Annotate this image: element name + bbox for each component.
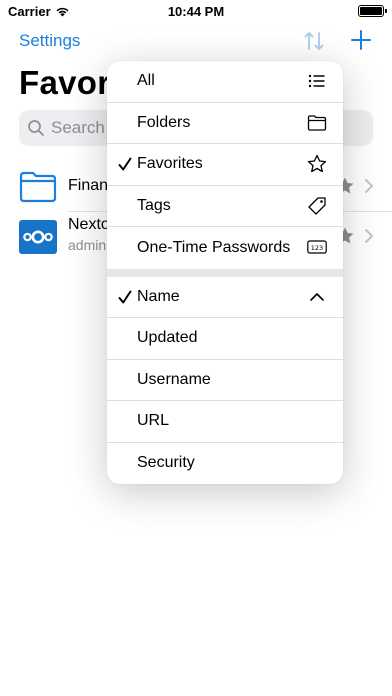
list-item-subtitle: admin: [68, 237, 107, 253]
list-icon: [308, 74, 325, 88]
menu-item-sort-url[interactable]: URL: [107, 401, 343, 443]
tag-icon: [308, 196, 326, 215]
battery-icon: [358, 5, 387, 17]
svg-text:123: 123: [311, 244, 323, 252]
nextcloud-icon: [19, 220, 57, 254]
checkmark-icon: [118, 157, 132, 171]
search-placeholder: Search: [51, 118, 105, 137]
menu-item-sort-security[interactable]: Security: [107, 443, 343, 485]
menu-section-separator: [107, 268, 343, 277]
page-title: Favori: [19, 64, 120, 101]
list-item-title: Nexto: [68, 216, 110, 233]
sort-arrows-icon[interactable]: [302, 29, 326, 53]
menu-item-label: Updated: [137, 329, 198, 347]
list-item-title: Finan: [68, 177, 109, 194]
plus-icon[interactable]: [350, 29, 372, 51]
otp-123-icon: 123: [307, 240, 327, 254]
menu-item-label: Folders: [137, 113, 191, 131]
menu-item-favorites[interactable]: Favorites: [107, 144, 343, 186]
menu-item-label: Name: [137, 287, 180, 305]
filter-sort-menu: All Folders Favorites Tags One-Time Pass…: [107, 61, 343, 484]
folder-icon: [19, 171, 57, 203]
menu-item-sort-updated[interactable]: Updated: [107, 318, 343, 360]
status-time: 10:44 PM: [167, 4, 225, 19]
folder-outline-icon: [307, 114, 327, 131]
menu-item-tags[interactable]: Tags: [107, 186, 343, 227]
menu-item-label: URL: [137, 412, 170, 430]
chevron-right-icon: [365, 179, 373, 193]
menu-item-label: Tags: [137, 196, 171, 214]
menu-item-label: One-Time Passwords: [137, 238, 291, 256]
chevron-up-icon: [310, 292, 324, 301]
star-outline-icon: [307, 154, 327, 173]
checkmark-icon: [118, 290, 132, 303]
menu-item-one-time-passwords[interactable]: One-Time Passwords 123: [107, 227, 343, 269]
menu-item-label: Favorites: [137, 155, 203, 173]
menu-item-label: Username: [137, 370, 211, 388]
menu-item-all[interactable]: All: [107, 61, 343, 103]
menu-item-label: All: [137, 72, 155, 90]
menu-item-sort-name[interactable]: Name: [107, 277, 343, 318]
settings-button[interactable]: Settings: [19, 31, 80, 51]
menu-item-sort-username[interactable]: Username: [107, 360, 343, 401]
status-bar: Carrier 10:44 PM: [0, 0, 392, 24]
menu-item-label: Security: [137, 454, 195, 472]
menu-item-folders[interactable]: Folders: [107, 103, 343, 144]
search-icon: [28, 120, 44, 136]
chevron-right-icon: [365, 229, 373, 243]
